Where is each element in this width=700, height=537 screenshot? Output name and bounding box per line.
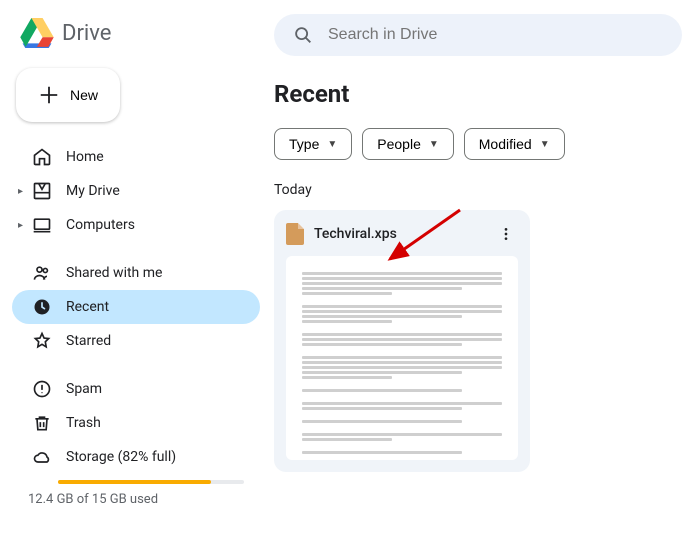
nav-recent[interactable]: Recent — [12, 290, 260, 324]
nav-spam-label: Spam — [66, 381, 102, 397]
file-card[interactable]: Techviral.xps — [274, 210, 530, 472]
nav-trash-label: Trash — [66, 415, 101, 431]
nav-starred-label: Starred — [66, 333, 111, 349]
nav-recent-label: Recent — [66, 299, 109, 315]
main: Recent Type ▼ People ▼ Modified ▼ Today Tec… — [260, 0, 700, 537]
chevron-down-icon: ▼ — [540, 139, 550, 150]
filter-people[interactable]: People ▼ — [362, 128, 454, 160]
nav-home-label: Home — [66, 149, 104, 165]
drive-logo-icon — [20, 18, 54, 48]
nav-trash[interactable]: Trash — [12, 406, 260, 440]
page-title: Recent — [274, 80, 682, 108]
trash-icon — [32, 413, 52, 433]
nav-shared[interactable]: Shared with me — [12, 256, 260, 290]
file-name: Techviral.xps — [314, 226, 484, 242]
chevron-down-icon: ▼ — [327, 139, 337, 150]
storage-usage-text: 12.4 GB of 15 GB used — [28, 492, 260, 507]
nav-my-drive-label: My Drive — [66, 183, 120, 199]
clock-icon — [32, 297, 52, 317]
search-input[interactable] — [328, 26, 664, 44]
nav: Home ▸ My Drive ▸ Computers Shared wi — [12, 140, 260, 507]
nav-storage[interactable]: Storage (82% full) — [12, 440, 260, 474]
caret-icon: ▸ — [18, 186, 26, 197]
search-bar[interactable] — [274, 14, 682, 56]
file-preview — [286, 256, 518, 460]
filter-type-label: Type — [289, 136, 319, 152]
search-icon — [292, 24, 314, 46]
nav-starred[interactable]: Starred — [12, 324, 260, 358]
sidebar: Drive New Home ▸ My Drive ▸ — [0, 0, 260, 537]
filter-modified-label: Modified — [479, 136, 532, 152]
new-button[interactable]: New — [16, 68, 120, 122]
nav-storage-label: Storage (82% full) — [66, 449, 176, 465]
app-name: Drive — [62, 21, 111, 46]
nav-my-drive[interactable]: ▸ My Drive — [12, 174, 260, 208]
caret-icon: ▸ — [18, 220, 26, 231]
filter-type[interactable]: Type ▼ — [274, 128, 352, 160]
computers-icon — [32, 215, 52, 235]
filter-chips: Type ▼ People ▼ Modified ▼ — [274, 128, 682, 160]
storage-fill — [58, 480, 211, 484]
cloud-icon — [32, 447, 52, 467]
star-icon — [32, 331, 52, 351]
chevron-down-icon: ▼ — [429, 139, 439, 150]
document-icon — [286, 223, 304, 245]
new-button-label: New — [70, 87, 98, 103]
nav-home[interactable]: Home — [12, 140, 260, 174]
nav-computers[interactable]: ▸ Computers — [12, 208, 260, 242]
nav-computers-label: Computers — [66, 217, 135, 233]
spam-icon — [32, 379, 52, 399]
more-options-button[interactable] — [494, 222, 518, 246]
filter-people-label: People — [377, 136, 421, 152]
drive-icon — [32, 181, 52, 201]
nav-shared-label: Shared with me — [66, 265, 162, 281]
logo[interactable]: Drive — [12, 12, 260, 64]
section-today: Today — [274, 182, 682, 198]
plus-icon — [38, 84, 60, 106]
nav-spam[interactable]: Spam — [12, 372, 260, 406]
storage-bar — [58, 480, 244, 484]
home-icon — [32, 147, 52, 167]
people-icon — [32, 263, 52, 283]
filter-modified[interactable]: Modified ▼ — [464, 128, 565, 160]
